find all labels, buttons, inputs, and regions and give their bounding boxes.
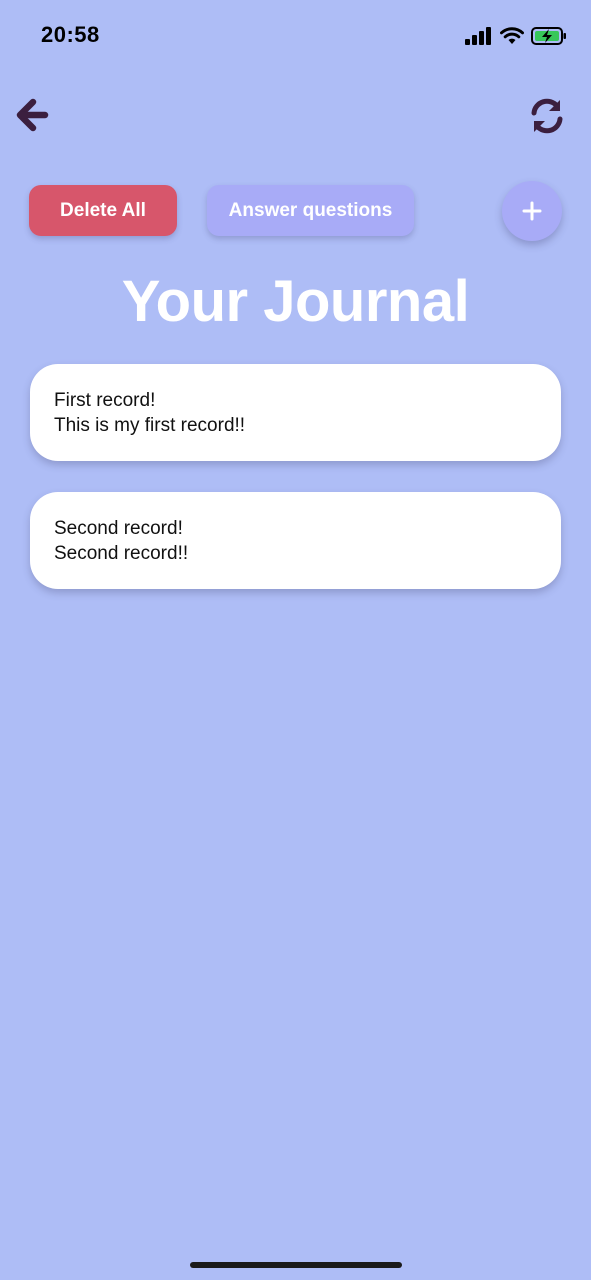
refresh-icon xyxy=(531,98,563,134)
record-title: First record! xyxy=(54,390,156,411)
answer-questions-button[interactable]: Answer questions xyxy=(207,185,414,236)
wifi-icon xyxy=(500,27,524,44)
record-body: Second record!! xyxy=(54,543,189,564)
battery-charging-icon xyxy=(531,27,566,45)
plus-icon xyxy=(522,201,542,221)
record-body: This is my first record!! xyxy=(54,415,246,436)
records-list: First record! This is my first record!! … xyxy=(30,364,561,620)
delete-all-button[interactable]: Delete All xyxy=(29,185,177,236)
record-card[interactable]: Second record! Second record!! xyxy=(30,492,561,589)
status-icons xyxy=(465,24,567,48)
refresh-button[interactable] xyxy=(527,96,567,136)
page-title: Your Journal xyxy=(121,269,470,334)
arrow-left-icon xyxy=(16,98,49,132)
status-bar: 20:58 xyxy=(0,0,591,70)
back-button[interactable] xyxy=(12,96,52,136)
record-card[interactable]: First record! This is my first record!! xyxy=(30,364,561,461)
home-indicator xyxy=(190,1262,402,1268)
record-title: Second record! xyxy=(54,518,183,539)
status-time: 20:58 xyxy=(41,22,100,47)
signal-icon xyxy=(465,27,491,45)
add-record-button[interactable] xyxy=(502,181,562,241)
